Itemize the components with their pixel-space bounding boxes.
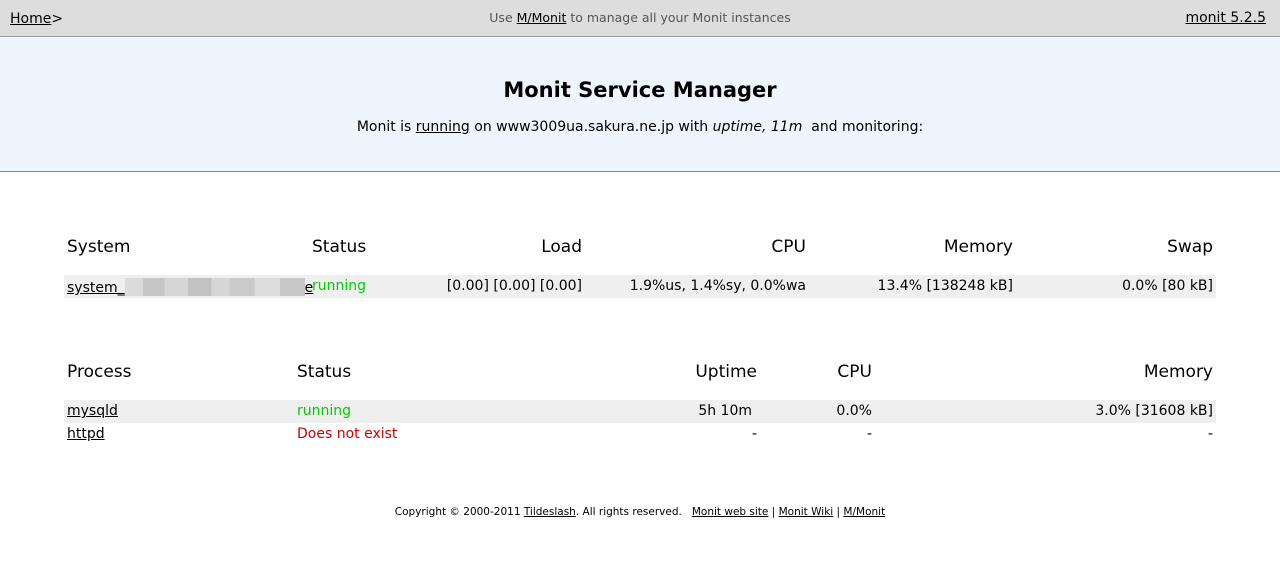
header-cpu: CPU (771, 237, 806, 257)
top-navigation-bar: Home> Use M/Monit to manage all your Mon… (0, 0, 1280, 37)
footer: Copyright © 2000-2011 Tildeslash. All ri… (0, 506, 1280, 518)
header-swap: Swap (1167, 237, 1213, 257)
cpu-value: 1.9%us, 1.4%sy, 0.0%wa (629, 278, 806, 294)
mmonit-promo: Use M/Monit to manage all your Monit ins… (0, 10, 1280, 25)
cpu-value: 0.0% (836, 403, 872, 419)
memory-value: - (1207, 426, 1213, 442)
header-system: System (67, 237, 131, 257)
redacted-hostname (124, 278, 305, 296)
table-row: httpd Does not exist - - - (64, 423, 1216, 446)
promo-suffix: to manage all your Monit instances (570, 10, 791, 25)
mmonit-footer-link[interactable]: M/Monit (843, 506, 885, 518)
status-badge: running (297, 403, 352, 419)
host-text: on www3009ua.sakura.ne.jp with (474, 119, 709, 135)
header-uptime: Uptime (695, 362, 757, 382)
status-badge: Does not exist (297, 426, 398, 442)
system-name-text: system_ (67, 280, 125, 296)
running-link[interactable]: running (416, 119, 470, 135)
process-name-link[interactable]: mysqld (67, 403, 118, 419)
process-name-link[interactable]: httpd (67, 426, 105, 442)
page-title: Monit Service Manager (503, 78, 777, 102)
header-memory: Memory (1143, 362, 1213, 382)
header-process: Process (67, 362, 132, 382)
uptime-value: 5h 10m (698, 403, 752, 419)
uptime-label: uptime, (712, 119, 767, 135)
status-summary: Monit is running on www3009ua.sakura.ne.… (0, 119, 1280, 135)
monit-wiki-link[interactable]: Monit Wiki (779, 506, 834, 518)
header-status: Status (297, 362, 352, 382)
footer-separator: | (836, 506, 841, 518)
header-memory: Memory (943, 237, 1013, 257)
uptime-value: - (751, 426, 757, 442)
rights-text: . All rights reserved. (575, 506, 682, 518)
header-status: Status (312, 237, 367, 257)
monit-is-text: Monit is (356, 119, 412, 135)
process-table: Process Status Uptime CPU Memory mysqld … (64, 361, 1216, 451)
status-badge: running (312, 278, 367, 294)
system-name-link[interactable]: system_ e (67, 278, 313, 296)
footer-separator: | (771, 506, 776, 518)
memory-value: 13.4% [138248 kB] (877, 278, 1013, 294)
swap-value: 0.0% [80 kB] (1122, 278, 1213, 294)
tildeslash-link[interactable]: Tildeslash (524, 506, 576, 518)
cpu-value: - (866, 426, 872, 442)
header-cpu: CPU (837, 362, 872, 382)
load-value: [0.00] [0.00] [0.00] (446, 278, 582, 294)
copyright-text: Copyright © 2000-2011 (394, 506, 521, 518)
table-row: mysqld running 5h 10m 0.0% 3.0% [31608 k… (64, 400, 1216, 423)
table-row: system_ e running [0.00] [0.00] [0.00] 1.… (64, 275, 1216, 298)
version-link[interactable]: monit 5.2.5 (1185, 10, 1266, 26)
header-banner: Monit Service Manager Monit is running o… (0, 38, 1280, 172)
mmonit-link[interactable]: M/Monit (517, 10, 567, 25)
uptime-value: 11m (770, 119, 803, 135)
monit-website-link[interactable]: Monit web site (692, 506, 769, 518)
monitoring-text: and monitoring: (811, 119, 924, 135)
memory-value: 3.0% [31608 kB] (1095, 403, 1213, 419)
header-load: Load (541, 237, 582, 257)
system-table: System Status Load CPU Memory Swap syste… (64, 236, 1216, 298)
promo-prefix: Use (489, 10, 513, 25)
